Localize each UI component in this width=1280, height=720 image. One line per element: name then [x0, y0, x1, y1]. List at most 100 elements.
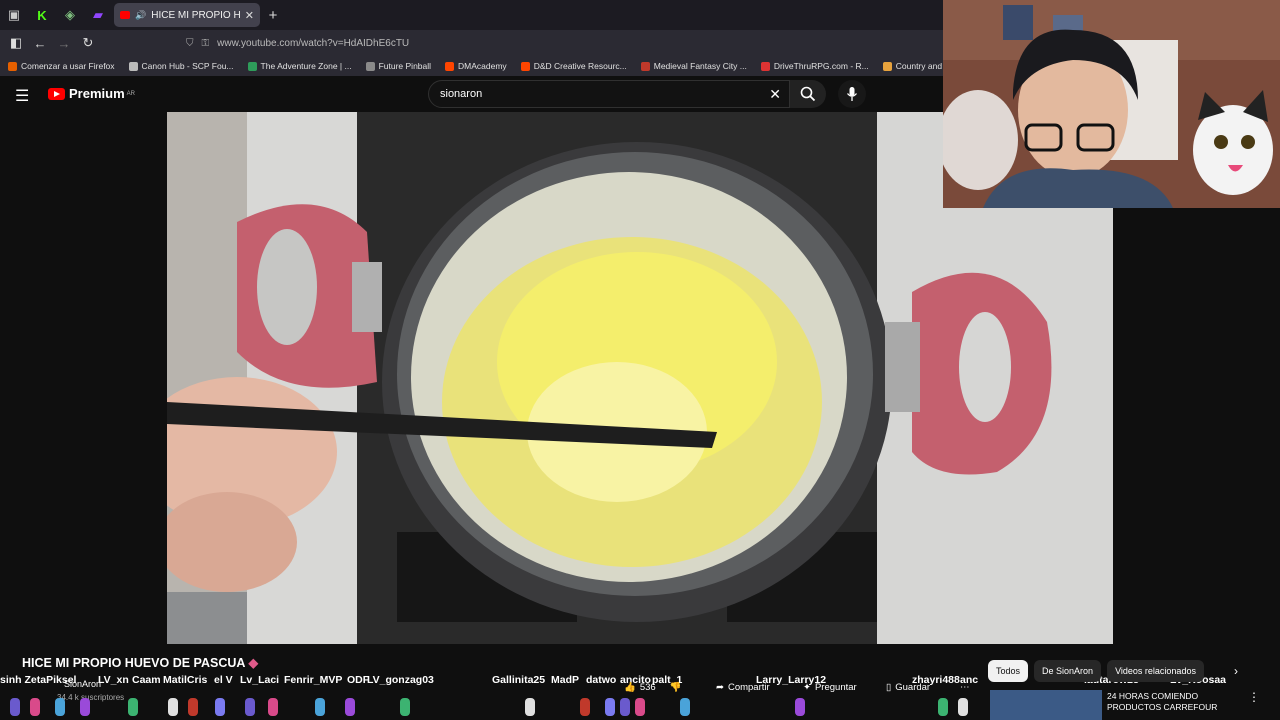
- overlay-username: LV_gonzag03: [367, 674, 434, 686]
- microphone-icon: [846, 87, 858, 101]
- overlay-username: LV_xn: [98, 674, 129, 686]
- like-button[interactable]: 👍 536 👎: [624, 682, 682, 693]
- video-title-text: HICE MI PROPIO HUEVO DE PASCUA: [22, 656, 245, 670]
- chat-avatar-sprite: [400, 698, 410, 716]
- voice-search-button[interactable]: [838, 80, 866, 108]
- related-more-icon[interactable]: ⋮: [1248, 690, 1260, 704]
- chat-avatar-sprite: [525, 698, 535, 716]
- overlay-username: Lv_Laci: [240, 674, 280, 686]
- bookmark-item[interactable]: Medieval Fantasy City ...: [640, 61, 747, 71]
- search-icon: [800, 86, 816, 102]
- video-title: HICE MI PROPIO HUEVO DE PASCUA ◆: [22, 655, 258, 670]
- bookmark-label: DriveThruRPG.com - R...: [773, 61, 869, 71]
- webcam-image: [943, 0, 1280, 208]
- chat-avatar-sprite: [215, 698, 225, 716]
- streamer-webcam: [943, 0, 1280, 208]
- chat-avatar-sprite: [958, 698, 968, 716]
- chevron-right-icon[interactable]: ›: [1234, 664, 1238, 678]
- youtube-favicon-icon: [120, 11, 130, 19]
- bookmark-item[interactable]: Comenzar a usar Firefox: [8, 61, 115, 71]
- save-button[interactable]: ▯ Guardar: [886, 682, 930, 693]
- chat-avatar-sprite: [80, 698, 90, 716]
- bookmark-item[interactable]: Future Pinball: [365, 61, 432, 71]
- forward-icon[interactable]: →: [52, 36, 76, 51]
- recommendation-chips: Todos De SionAron Videos relacionados: [988, 660, 1204, 682]
- reload-icon[interactable]: ↻: [76, 35, 100, 51]
- thumbs-up-icon: 👍: [624, 682, 636, 693]
- chip-1[interactable]: De SionAron: [1034, 660, 1102, 682]
- overlay-username: MatilCris: [163, 674, 208, 686]
- easter-egg-emoji-icon: ◆: [248, 656, 259, 670]
- chat-avatar-sprite: [168, 698, 178, 716]
- related-video-title[interactable]: 24 HORAS COMIENDO PRODUCTOS CARREFOUR: [1107, 691, 1227, 713]
- sidebar-toggle-icon[interactable]: ◧: [4, 35, 28, 51]
- bookmark-favicon-icon: [760, 61, 770, 71]
- bookmark-item[interactable]: DriveThruRPG.com - R...: [760, 61, 869, 71]
- overlay-username: ODF: [347, 674, 370, 686]
- tab-list-icon[interactable]: ▣: [0, 0, 28, 30]
- bookmark-item[interactable]: DMAcademy: [445, 61, 507, 71]
- search-input[interactable]: sionaron ✕: [428, 80, 790, 108]
- youtube-logo[interactable]: Premium AR: [48, 86, 135, 101]
- bookmark-favicon-icon: [365, 61, 375, 71]
- chat-avatar-sprite: [580, 698, 590, 716]
- share-button[interactable]: ➦ Compartir: [716, 682, 770, 693]
- chat-avatar-sprite: [30, 698, 40, 716]
- save-label: Guardar: [895, 682, 931, 693]
- shield-icon: ⛉: [186, 37, 194, 49]
- chat-avatar-sprite: [315, 698, 325, 716]
- bookmark-label: Medieval Fantasy City ...: [653, 61, 747, 71]
- ask-button[interactable]: ✦ Preguntar: [803, 682, 857, 693]
- logo-text: Premium: [69, 86, 125, 101]
- bookmark-icon: ▯: [886, 682, 892, 693]
- new-tab-button[interactable]: +: [260, 7, 286, 24]
- related-video-thumbnail[interactable]: [990, 690, 1102, 720]
- bookmark-label: Future Pinball: [378, 61, 432, 71]
- like-count: 536: [639, 682, 656, 693]
- bookmark-label: The Adventure Zone | ...: [260, 61, 352, 71]
- active-tab[interactable]: 🔊 HICE MI PROPIO HUEVO DE ✕: [114, 3, 260, 27]
- share-icon: ➦: [716, 682, 724, 693]
- close-tab-icon[interactable]: ✕: [245, 9, 254, 22]
- chip-0[interactable]: Todos: [988, 660, 1029, 682]
- chat-avatar-sprite: [605, 698, 615, 716]
- chat-avatar-sprite: [635, 698, 645, 716]
- bookmark-favicon-icon: [445, 61, 455, 71]
- tab-title: HICE MI PROPIO HUEVO DE: [151, 9, 240, 21]
- bookmark-item[interactable]: D&D Creative Resourc...: [520, 61, 627, 71]
- pinned-tab-app-icon[interactable]: ◈: [56, 0, 84, 30]
- pinned-tab-kick-icon[interactable]: K: [28, 0, 56, 30]
- dislike-icon[interactable]: 👎: [670, 682, 682, 693]
- chat-avatar-sprite: [345, 698, 355, 716]
- more-icon: ⋯: [960, 682, 970, 693]
- search-value: sionaron: [440, 88, 483, 100]
- bookmark-item[interactable]: Canon Hub - SCP Fou...: [128, 61, 234, 71]
- share-label: Compartir: [727, 682, 770, 693]
- overlay-username: datwo: [586, 674, 617, 686]
- chat-sprites: [0, 694, 1000, 720]
- address-bar[interactable]: ⛉ ⚿ www.youtube.com/watch?v=HdAIDhE6cTU: [186, 38, 409, 49]
- speaker-icon[interactable]: 🔊: [135, 10, 146, 21]
- menu-icon[interactable]: ☰: [15, 86, 29, 106]
- chip-2[interactable]: Videos relacionados: [1107, 660, 1204, 682]
- pinned-tab-twitch-icon[interactable]: ▰: [84, 0, 112, 30]
- bookmark-favicon-icon: [128, 61, 138, 71]
- bookmark-label: Canon Hub - SCP Fou...: [141, 61, 234, 71]
- search-button[interactable]: [790, 80, 826, 108]
- clear-search-icon[interactable]: ✕: [769, 86, 781, 103]
- bookmark-favicon-icon: [520, 61, 530, 71]
- chat-avatar-sprite: [620, 698, 630, 716]
- chat-avatar-sprite: [188, 698, 198, 716]
- bookmark-item[interactable]: The Adventure Zone | ...: [247, 61, 352, 71]
- more-actions-button[interactable]: ⋯: [960, 682, 970, 693]
- back-icon[interactable]: ←: [28, 36, 52, 51]
- url-text: www.youtube.com/watch?v=HdAIDhE6cTU: [217, 37, 410, 49]
- chat-avatar-sprite: [128, 698, 138, 716]
- sparkle-icon: ✦: [803, 682, 811, 693]
- youtube-play-icon: [48, 87, 65, 100]
- video-info-area: HICE MI PROPIO HUEVO DE PASCUA ◆ SionAro…: [0, 644, 1280, 720]
- bookmark-favicon-icon: [640, 61, 650, 71]
- ask-label: Preguntar: [814, 682, 857, 693]
- chat-avatar-sprite: [795, 698, 805, 716]
- overlay-username: sinh ZetaPiksel: [0, 674, 77, 686]
